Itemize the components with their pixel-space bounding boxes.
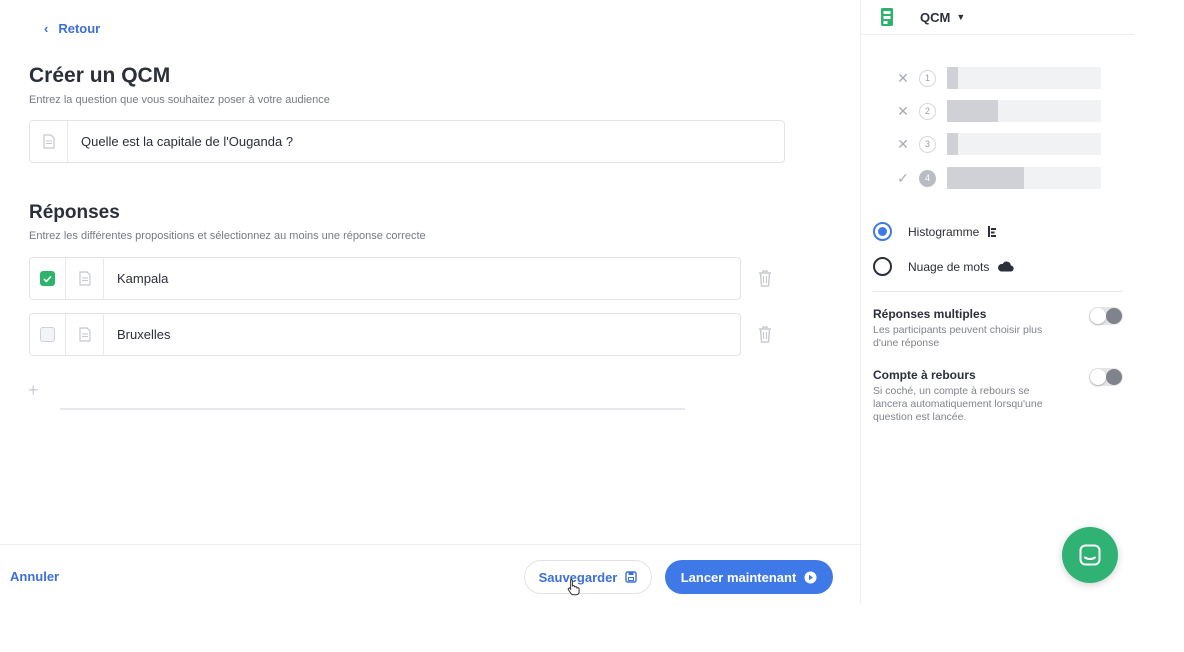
correct-checkbox[interactable] bbox=[40, 327, 55, 342]
option-description: Si coché, un compte à rebours se lancera… bbox=[873, 385, 1043, 423]
document-icon bbox=[66, 258, 104, 299]
display-option-label: Nuage de mots bbox=[908, 260, 1015, 274]
answer-row bbox=[29, 257, 741, 300]
play-circle-icon bbox=[804, 571, 817, 583]
back-label: Retour bbox=[58, 21, 101, 36]
chevron-left-icon: ‹ bbox=[44, 21, 49, 36]
radio-button[interactable] bbox=[873, 222, 892, 241]
launch-label: Lancer maintenant bbox=[680, 569, 797, 585]
wrong-mark-icon: ✕ bbox=[897, 135, 909, 152]
add-answer-underline bbox=[60, 408, 685, 410]
answer-correct-cell[interactable] bbox=[30, 258, 66, 299]
save-button[interactable]: Sauvegarder bbox=[524, 560, 652, 594]
countdown-toggle[interactable] bbox=[1089, 368, 1123, 386]
preview-bar-fill bbox=[947, 67, 958, 89]
answer-input[interactable] bbox=[104, 327, 740, 342]
trash-icon[interactable] bbox=[757, 324, 773, 344]
preview-number: 3 bbox=[919, 135, 936, 153]
option-description: Les participants peuvent choisir plus d'… bbox=[873, 324, 1043, 349]
wrong-mark-icon: ✕ bbox=[897, 69, 909, 86]
toggle-knob bbox=[1090, 308, 1106, 324]
preview-bar-track bbox=[947, 100, 1101, 122]
check-mark-icon: ✓ bbox=[897, 169, 909, 186]
correct-checkbox[interactable] bbox=[40, 271, 55, 286]
question-type-select[interactable]: QCM ▼ bbox=[920, 10, 965, 25]
chat-widget-button[interactable] bbox=[1062, 527, 1118, 583]
bar-chart-icon bbox=[988, 226, 997, 237]
option-title: Compte à rebours bbox=[873, 368, 976, 382]
settings-panel: QCM ▼ ✕ 1 ✕ 2 ✕ 3 ✓ 4 Histogramme Nuage … bbox=[860, 0, 1134, 604]
answers-title: Réponses bbox=[29, 202, 120, 223]
wrong-mark-icon: ✕ bbox=[897, 102, 909, 119]
preview-bar-fill bbox=[947, 133, 958, 155]
question-input[interactable] bbox=[68, 134, 784, 149]
trash-icon[interactable] bbox=[757, 268, 773, 288]
radio-button[interactable] bbox=[873, 257, 892, 276]
launch-now-button[interactable]: Lancer maintenant bbox=[665, 560, 833, 594]
back-link[interactable]: ‹ Retour bbox=[44, 21, 100, 36]
display-option-word-cloud[interactable]: Nuage de mots bbox=[873, 257, 1015, 276]
panel-divider bbox=[873, 291, 1123, 292]
cloud-icon bbox=[998, 261, 1015, 272]
toggle-knob bbox=[1090, 369, 1106, 385]
preview-row: ✕ 2 bbox=[895, 98, 1105, 124]
preview-number: 1 bbox=[919, 69, 936, 87]
chat-icon bbox=[1079, 544, 1101, 566]
add-answer-button[interactable]: + bbox=[28, 380, 39, 401]
display-option-label: Histogramme bbox=[908, 225, 997, 239]
cancel-button[interactable]: Annuler bbox=[10, 569, 59, 584]
option-title: Réponses multiples bbox=[873, 307, 987, 321]
panel-header: QCM ▼ bbox=[861, 0, 1134, 35]
question-hint: Entrez la question que vous souhaitez po… bbox=[29, 94, 330, 106]
preview-row: ✕ 1 bbox=[895, 65, 1105, 91]
answer-input[interactable] bbox=[104, 271, 740, 286]
question-type-label: QCM bbox=[920, 9, 951, 25]
preview-number: 2 bbox=[919, 102, 936, 120]
editor-footer: Annuler Sauvegarder Lancer maintenant bbox=[0, 544, 860, 606]
preview-bar-track bbox=[947, 167, 1101, 189]
qcm-type-icon bbox=[881, 8, 893, 26]
display-option-histogram[interactable]: Histogramme bbox=[873, 222, 997, 241]
question-field[interactable] bbox=[29, 120, 785, 163]
countdown-option: Compte à rebours Si coché, un compte à r… bbox=[873, 368, 1123, 424]
answer-correct-cell[interactable] bbox=[30, 314, 66, 355]
multiple-answers-option: Réponses multiples Les participants peuv… bbox=[873, 307, 1123, 350]
answer-row bbox=[29, 313, 741, 356]
document-icon bbox=[66, 314, 104, 355]
hand-cursor-icon bbox=[567, 579, 580, 596]
document-icon bbox=[30, 121, 68, 162]
preview-row: ✕ 3 bbox=[895, 131, 1105, 157]
floppy-disk-icon bbox=[625, 571, 638, 583]
answers-hint: Entrez les différentes propositions et s… bbox=[29, 230, 426, 242]
page-title: Créer un QCM bbox=[29, 64, 171, 87]
editor-main: ‹ Retour Créer un QCM Entrez la question… bbox=[0, 0, 860, 604]
preview-number: 4 bbox=[919, 169, 936, 187]
caret-down-icon: ▼ bbox=[956, 12, 966, 22]
multiple-answers-toggle[interactable] bbox=[1089, 307, 1123, 325]
preview-row: ✓ 4 bbox=[895, 165, 1105, 191]
preview-bar-track bbox=[947, 133, 1101, 155]
preview-bar-fill bbox=[947, 100, 998, 122]
preview-bar-track bbox=[947, 67, 1101, 89]
preview-bar-fill bbox=[947, 167, 1024, 189]
